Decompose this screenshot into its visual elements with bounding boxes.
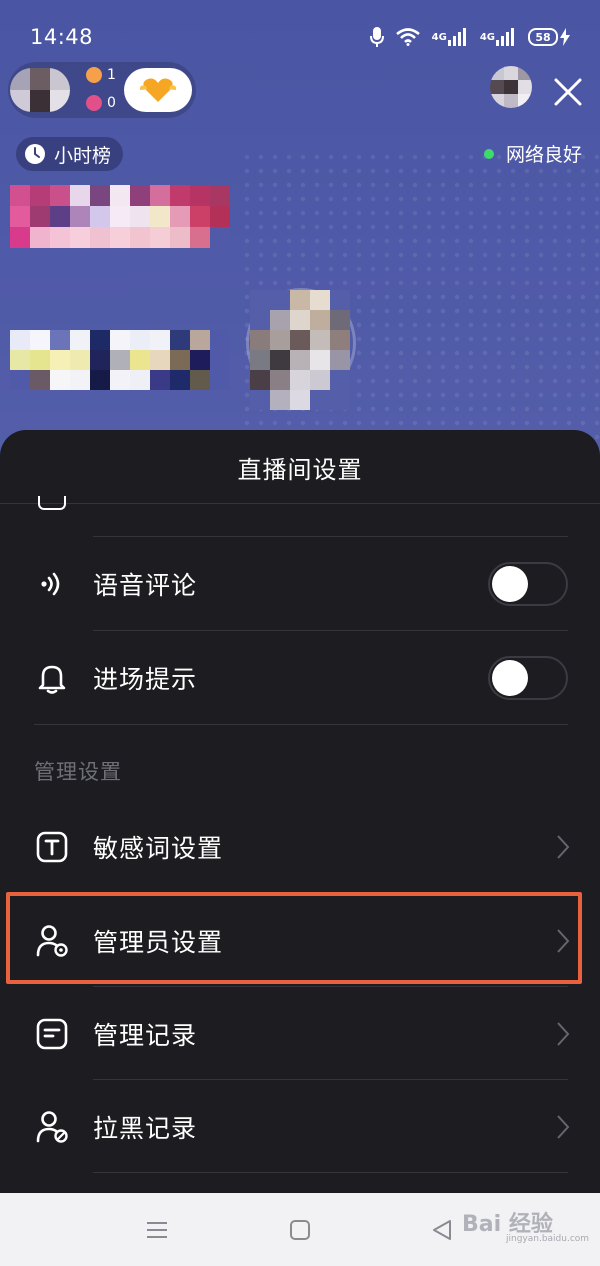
block-records-label: 拉黑记录 bbox=[93, 1113, 198, 1143]
network-status-dot bbox=[483, 148, 494, 159]
chat-message-blurred-2 bbox=[10, 330, 230, 390]
rank-badge-label: 小时榜 bbox=[54, 144, 112, 167]
network-status-label: 网络良好 bbox=[505, 144, 582, 166]
manage-records-row[interactable]: 管理记录 bbox=[0, 987, 600, 1080]
wing-heart-icon bbox=[139, 78, 177, 102]
signal-icon-2: 4G bbox=[480, 28, 516, 46]
highlight-box bbox=[6, 892, 582, 984]
host-stat-fire: 1 bbox=[86, 67, 116, 83]
back-nav-button[interactable] bbox=[428, 1217, 456, 1243]
network-status: 网络良好 bbox=[483, 140, 582, 167]
host-stat-2-value: 0 bbox=[107, 95, 116, 111]
entry-notice-row[interactable]: 进场提示 bbox=[0, 631, 600, 724]
status-icons: 4G 4G 58 bbox=[369, 26, 570, 48]
chat-message-blurred-1 bbox=[10, 185, 230, 248]
chevron-right-icon bbox=[557, 1021, 570, 1046]
viewer-avatar[interactable] bbox=[490, 66, 532, 108]
toggle-knob bbox=[492, 565, 528, 602]
voice-comment-label: 语音评论 bbox=[93, 570, 198, 600]
wifi-icon bbox=[395, 28, 420, 46]
manage-records-label: 管理记录 bbox=[93, 1020, 198, 1050]
scrolled-item-icon-partial bbox=[38, 496, 66, 510]
close-button[interactable] bbox=[548, 72, 588, 112]
toggle-knob bbox=[492, 659, 528, 696]
entry-notice-toggle[interactable] bbox=[488, 655, 568, 700]
chevron-right-icon bbox=[557, 834, 570, 859]
host-stat-heart: 0 bbox=[86, 95, 116, 111]
host-avatar[interactable] bbox=[10, 68, 70, 112]
home-square-icon bbox=[290, 1220, 310, 1240]
battery-icon: 58 bbox=[528, 28, 570, 46]
microphone-icon bbox=[369, 26, 384, 48]
back-triangle-icon bbox=[433, 1220, 451, 1240]
menu-icon bbox=[147, 1222, 167, 1238]
manage-section-label: 管理设置 bbox=[34, 760, 122, 784]
follow-heart-button[interactable] bbox=[124, 68, 192, 112]
close-icon bbox=[554, 78, 582, 106]
entry-notice-label: 进场提示 bbox=[93, 664, 198, 694]
watermark-subtext: jingyan.baidu.com bbox=[506, 1234, 590, 1244]
block-records-row[interactable]: 拉黑记录 bbox=[0, 1080, 600, 1173]
sensitive-words-row[interactable]: 敏感词设置 bbox=[0, 800, 600, 893]
baidu-jingyan-watermark: Bai 经验 jingyan.baidu.com bbox=[462, 1206, 589, 1244]
fire-icon bbox=[86, 67, 102, 83]
home-nav-button[interactable] bbox=[286, 1217, 314, 1243]
signal-icon-1: 4G bbox=[432, 28, 468, 46]
network-type-2: 4G bbox=[479, 31, 495, 43]
status-time: 14:48 bbox=[30, 25, 94, 49]
voice-comment-toggle[interactable] bbox=[488, 561, 568, 606]
record-icon bbox=[34, 1016, 70, 1052]
clock-icon bbox=[25, 144, 45, 164]
hourly-rank-badge[interactable]: 小时榜 bbox=[16, 137, 124, 171]
sheet-title: 直播间设置 bbox=[237, 455, 363, 484]
sensitive-words-label: 敏感词设置 bbox=[93, 833, 224, 863]
host-stat-1-value: 1 bbox=[107, 67, 116, 83]
voice-comment-row[interactable]: 语音评论 bbox=[0, 537, 600, 630]
heart-small-icon bbox=[86, 95, 102, 111]
live-room-background: 14:48 4G 4G 58 1 0 小时榜 网络良好 bbox=[0, 0, 600, 470]
text-icon bbox=[34, 829, 70, 865]
menu-nav-button[interactable] bbox=[143, 1217, 171, 1243]
title-divider bbox=[0, 503, 600, 504]
network-type-1: 4G bbox=[431, 31, 447, 43]
section-divider bbox=[34, 724, 568, 725]
chevron-right-icon bbox=[557, 1114, 570, 1139]
row-divider bbox=[93, 1172, 568, 1173]
voice-icon bbox=[34, 566, 70, 602]
block-user-icon bbox=[34, 1109, 70, 1145]
live-room-settings-sheet: 直播间设置 语音评论 进场提示 管理设置 敏感词设置 管理员设置 管理记录 拉黑… bbox=[0, 430, 600, 1193]
bell-icon bbox=[34, 660, 70, 696]
battery-level: 58 bbox=[528, 28, 558, 46]
guest-avatar[interactable] bbox=[250, 290, 350, 410]
